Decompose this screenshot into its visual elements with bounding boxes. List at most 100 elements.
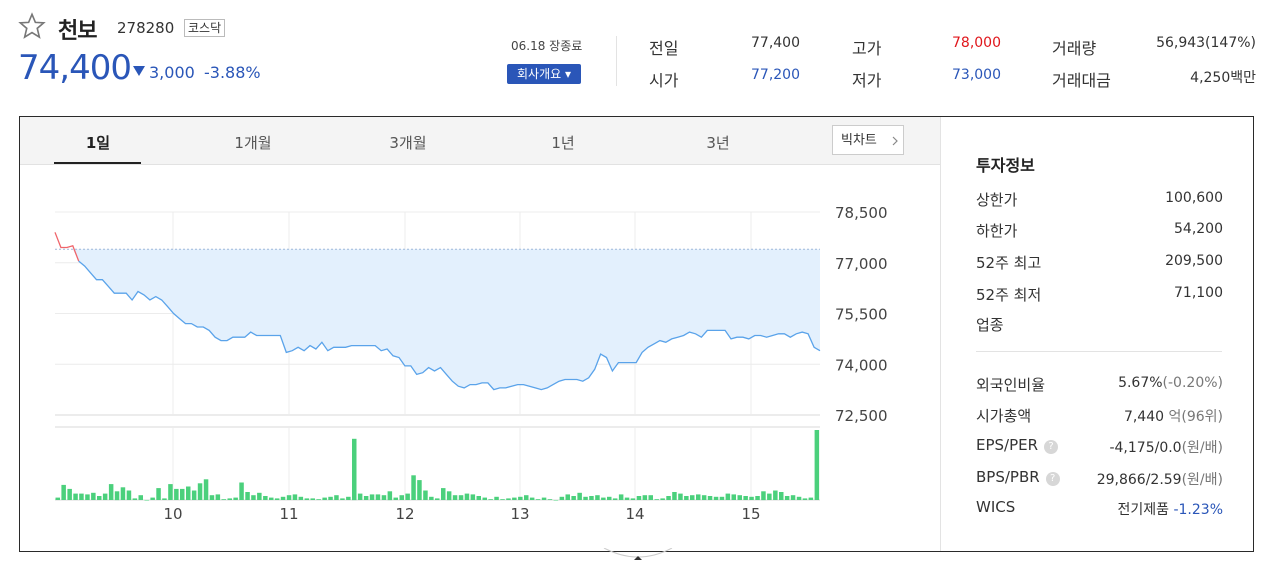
volume-bar [607,496,612,500]
volume-bar [263,496,268,500]
volume-bar [91,492,96,500]
intraday-chart[interactable]: 78,500 77,000 75,500 74,000 72,500 10 11 12 13 14… [20,165,940,520]
invest-info-value: 71,100 [1174,285,1223,301]
volume-bar [340,498,345,500]
volume-bar [612,498,618,500]
active-tab-indicator [54,162,141,164]
prev-close-value: 77,400 [751,35,800,51]
help-icon[interactable]: ? [1044,440,1059,454]
company-overview-button[interactable]: 회사개요 ▾ [507,64,581,84]
volume-bar [583,496,588,500]
volume-bar [393,497,398,500]
eps-per-value: -4,175/0.0(원/배) [1109,440,1223,456]
invest-info-label: 상한가 [976,191,1018,209]
volume-bar [500,499,505,500]
volume-bar [215,494,221,500]
volume-bar [114,491,120,501]
wics-label: WICS [976,498,1016,516]
market-badge: 코스닥 [184,19,226,37]
stock-name: 천보 [58,19,97,44]
volume-bar [790,495,796,500]
x-tick-label: 10 [163,505,182,520]
volume-bar [334,495,339,500]
volume-bar [630,498,636,500]
volume-bar [624,497,630,500]
high-value: 78,000 [952,35,1001,51]
header-divider [616,36,617,86]
tab-3year[interactable]: 3년 [668,132,768,153]
volume-bar [375,494,381,500]
volume-bar [494,496,499,500]
volume-bar [138,495,143,500]
volume-bar [707,496,713,500]
volume-bar [654,499,659,500]
tab-3month[interactable]: 3개월 [358,132,458,153]
volume-bar [310,498,315,500]
session-status: 06.18 장종료 [511,39,583,53]
volume-bar [796,496,802,500]
volume-bar [269,497,274,500]
period-tabbar [20,117,940,165]
current-price: 74,400 [18,48,132,88]
volume-bar [636,496,642,500]
volume-bar [298,496,304,500]
volume-bar [571,496,576,500]
volume-bar [322,497,327,500]
collapse-toggle-icon[interactable] [603,548,673,561]
x-tick-label: 13 [510,505,529,520]
volume-bar [429,496,434,500]
open-value: 77,200 [751,67,800,83]
volume-bar [731,494,736,500]
volume-bar [304,498,310,500]
volume-bar [168,484,173,500]
big-chart-button[interactable]: 빅차트 [832,125,904,155]
market-cap-value: 7,440 억(96위) [1123,409,1223,425]
volume-bar [701,495,707,500]
volume-bar [144,500,149,501]
volume-bar [417,480,422,500]
volume-bar [749,496,754,500]
volume-bar [162,498,167,500]
volume-bar [387,491,393,501]
volume-bar [67,488,72,500]
price-change: 3,000 [149,63,195,82]
market-cap-label: 시가총액 [976,407,1032,425]
volume-bar [589,496,594,500]
y-tick-label: 75,500 [835,306,888,324]
volume-bar [203,479,209,500]
volume-bar [755,496,760,500]
volume-bar [381,495,387,500]
down-triangle-icon [133,66,145,76]
volume-bar [529,497,535,500]
volume-bar [328,496,333,500]
tab-1day[interactable]: 1일 [48,132,148,153]
volume-bar [672,492,677,500]
volume-bar [120,487,126,500]
volume-bar [761,491,766,501]
foreign-ratio-value: 5.67%(-0.20%) [1118,375,1223,391]
volume-bar [363,496,369,500]
eps-per-label: EPS/PER? [976,436,1059,454]
volume-bar [808,497,814,500]
volume-bar [174,488,179,500]
favorite-star-icon[interactable] [18,12,46,40]
volume-bar [316,499,321,500]
volume-bar [601,497,606,500]
volume-bar [102,493,108,500]
tab-1year[interactable]: 1년 [513,132,613,153]
high-label: 고가 [852,39,882,58]
x-tick-label: 15 [741,505,760,520]
volume-bar [648,495,653,500]
tab-1month[interactable]: 1개월 [203,132,303,153]
prev-close-label: 전일 [649,39,679,58]
volume-label: 거래량 [1052,39,1097,58]
amount-label: 거래대금 [1052,71,1111,90]
x-tick-label: 12 [395,505,414,520]
volume-bar [126,490,132,500]
volume-bar [452,495,458,500]
volume-bar [696,494,701,500]
volume-bar [518,496,523,500]
help-icon[interactable]: ? [1045,472,1060,486]
volume-bar [719,496,725,500]
volume-bar [678,493,683,500]
